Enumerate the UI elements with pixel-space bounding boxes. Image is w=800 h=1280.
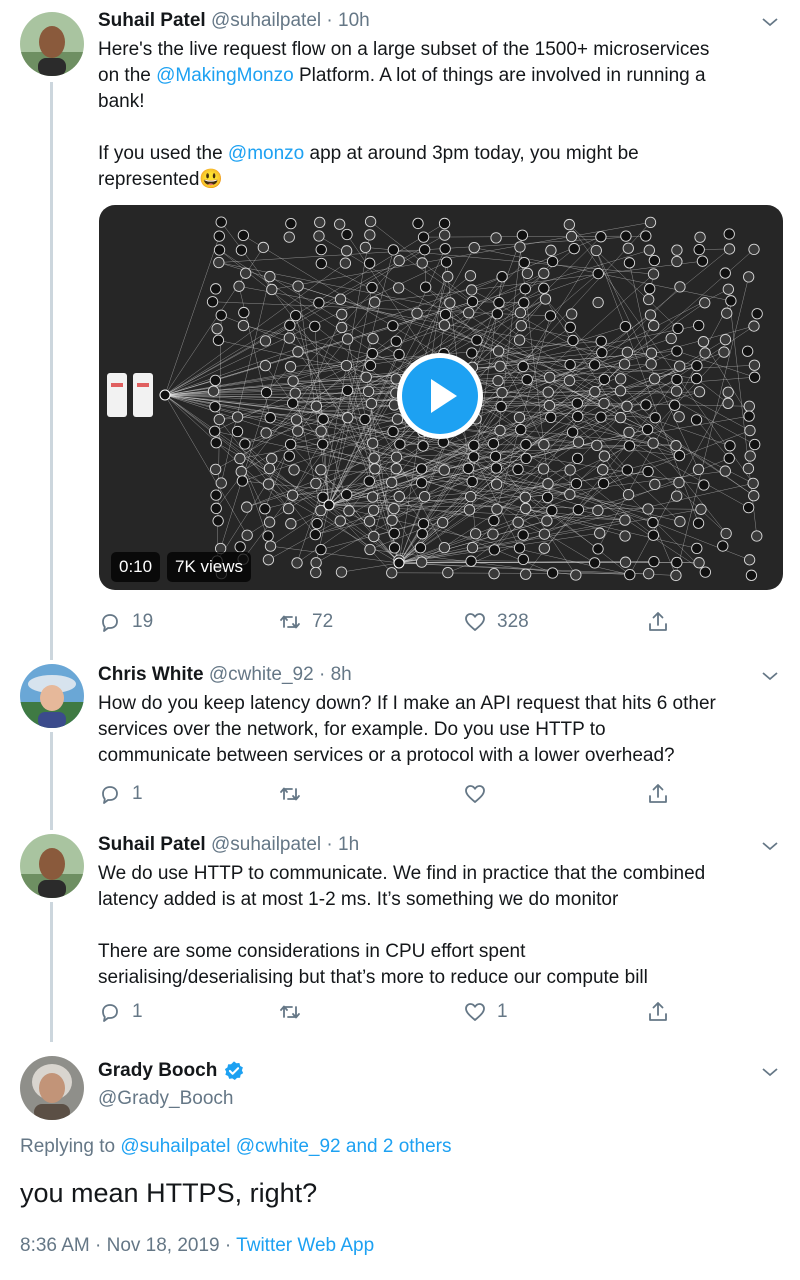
share-button[interactable] bbox=[646, 610, 670, 634]
reply-icon bbox=[102, 614, 118, 632]
like-button[interactable] bbox=[463, 782, 487, 806]
source-app-link[interactable]: Twitter Web App bbox=[236, 1235, 374, 1256]
avatar[interactable] bbox=[20, 1056, 84, 1120]
replying-mentions-link[interactable]: @suhailpatel @cwhite_92 and 2 others bbox=[120, 1136, 451, 1157]
smiley-emoji: 😃 bbox=[199, 169, 224, 190]
reply-count: 19 bbox=[132, 611, 154, 632]
author-handle[interactable]: @suhailpatel bbox=[211, 834, 321, 855]
like-icon bbox=[465, 613, 485, 631]
reply-icon bbox=[102, 1004, 118, 1022]
like-button[interactable]: 328 bbox=[463, 610, 529, 634]
tweet-actions: 1 1 bbox=[98, 1000, 678, 1030]
chevron-down-icon[interactable] bbox=[758, 1060, 782, 1084]
like-count: 1 bbox=[497, 1001, 508, 1022]
text-line: How do you keep latency down? If I make … bbox=[98, 693, 716, 714]
tweet-time[interactable]: · 10h bbox=[326, 10, 369, 31]
play-icon bbox=[431, 379, 457, 413]
main-author: Grady Booch bbox=[98, 1060, 245, 1082]
text-line: We do use HTTP to communicate. We find i… bbox=[98, 863, 706, 884]
text-line: on the bbox=[98, 65, 157, 86]
tweet-meta: 8:36 AM · Nov 18, 2019 · Twitter Web App bbox=[20, 1235, 374, 1257]
retweet-icon bbox=[280, 1005, 300, 1019]
main-tweet-text: you mean HTTPS, right? bbox=[20, 1178, 318, 1208]
verified-badge-icon bbox=[225, 1061, 244, 1080]
retweet-icon bbox=[280, 615, 300, 629]
share-button[interactable] bbox=[646, 1000, 670, 1024]
like-count: 328 bbox=[497, 611, 529, 632]
replying-to: Replying to @suhailpatel @cwhite_92 and … bbox=[20, 1136, 452, 1158]
timestamp[interactable]: 8:36 AM · Nov 18, 2019 · bbox=[20, 1235, 236, 1256]
tweet-actions: 1 bbox=[98, 782, 678, 812]
tweet-header: Chris White @cwhite_92 · 8h bbox=[98, 664, 352, 686]
text-line: bank! bbox=[98, 91, 145, 112]
avatar[interactable] bbox=[20, 664, 84, 728]
tweet-text: How do you keep latency down? If I make … bbox=[98, 691, 788, 769]
retweet-icon bbox=[280, 787, 300, 801]
text-line: There are some considerations in CPU eff… bbox=[98, 941, 526, 962]
share-icon bbox=[649, 784, 667, 803]
avatar[interactable] bbox=[20, 12, 84, 76]
author-name[interactable]: Chris White bbox=[98, 664, 204, 685]
play-button[interactable] bbox=[397, 353, 483, 439]
thread-line bbox=[50, 732, 53, 830]
retweet-count: 72 bbox=[312, 611, 334, 632]
tweet-text: We do use HTTP to communicate. We find i… bbox=[98, 861, 788, 991]
author-handle[interactable]: @suhailpatel bbox=[211, 10, 321, 31]
tweet-time[interactable]: · 8h bbox=[319, 664, 352, 685]
share-icon bbox=[649, 1002, 667, 1021]
video-player[interactable]: 0:10 7K views bbox=[99, 205, 783, 590]
reply-button[interactable]: 1 bbox=[98, 1000, 143, 1024]
author-name[interactable]: Grady Booch bbox=[98, 1060, 217, 1082]
thread-line bbox=[50, 902, 53, 1042]
replying-label: Replying to bbox=[20, 1136, 121, 1157]
reply-button[interactable]: 19 bbox=[98, 610, 153, 634]
text-line: If you used the bbox=[98, 143, 228, 164]
text-line: represented bbox=[98, 169, 200, 190]
text-line: app at around 3pm today, you might be bbox=[304, 143, 639, 164]
text-line: services over the network, for example. … bbox=[98, 719, 606, 740]
video-duration: 0:10 bbox=[111, 552, 161, 582]
tweet-actions: 19 72 328 bbox=[98, 610, 678, 640]
thread-line bbox=[50, 82, 53, 660]
video-views: 7K views bbox=[167, 552, 252, 582]
retweet-button[interactable]: 72 bbox=[278, 610, 333, 634]
text-line: communicate between services or a protoc… bbox=[98, 745, 675, 766]
like-icon bbox=[465, 785, 485, 803]
chevron-down-icon[interactable] bbox=[758, 10, 782, 34]
text-line: Platform. A lot of things are involved i… bbox=[293, 65, 706, 86]
tweet-time[interactable]: · 1h bbox=[326, 834, 359, 855]
chevron-down-icon[interactable] bbox=[758, 834, 782, 858]
mention-link[interactable]: @monzo bbox=[228, 143, 304, 164]
reply-button[interactable]: 1 bbox=[98, 782, 143, 806]
author-name[interactable]: Suhail Patel bbox=[98, 834, 206, 855]
avatar[interactable] bbox=[20, 834, 84, 898]
text-line: Here's the live request flow on a large … bbox=[98, 39, 710, 60]
share-icon bbox=[649, 612, 667, 631]
like-icon bbox=[465, 1003, 485, 1021]
share-button[interactable] bbox=[646, 782, 670, 806]
retweet-button[interactable] bbox=[278, 782, 302, 806]
author-handle[interactable]: @cwhite_92 bbox=[209, 664, 314, 685]
chevron-down-icon[interactable] bbox=[758, 664, 782, 688]
text-line: serialising/deserialising but that’s mor… bbox=[98, 967, 648, 988]
reply-icon bbox=[102, 786, 118, 804]
tweet-header: Suhail Patel @suhailpatel · 1h bbox=[98, 834, 359, 856]
reply-count: 1 bbox=[132, 1001, 143, 1022]
tweet-text: Here's the live request flow on a large … bbox=[98, 37, 788, 193]
author-name[interactable]: Suhail Patel bbox=[98, 10, 206, 31]
text-line: latency added is at most 1-2 ms. It’s so… bbox=[98, 889, 619, 910]
tweet-header: Suhail Patel @suhailpatel · 10h bbox=[98, 10, 370, 32]
like-button[interactable]: 1 bbox=[463, 1000, 508, 1024]
retweet-button[interactable] bbox=[278, 1000, 302, 1024]
reply-count: 1 bbox=[132, 783, 143, 804]
author-handle[interactable]: @Grady_Booch bbox=[98, 1088, 233, 1110]
mention-link[interactable]: @MakingMonzo bbox=[156, 65, 294, 86]
